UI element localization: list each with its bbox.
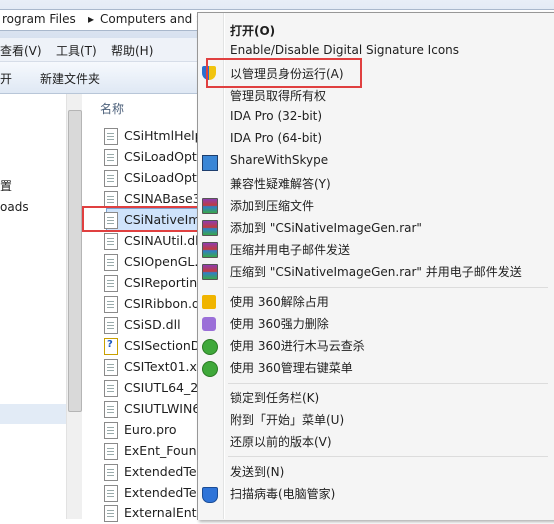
file-row[interactable]: ExtendedTer	[104, 462, 204, 483]
file-row[interactable]: ExternalEntit	[104, 503, 205, 524]
winrar-icon	[202, 264, 218, 280]
menu-item-restore-versions[interactable]: 还原以前的版本(V)	[230, 433, 332, 454]
highlight-box-selected-file	[82, 206, 202, 232]
file-icon	[104, 233, 118, 250]
menu-item-360-force-delete[interactable]: 使用 360强力删除	[230, 315, 329, 336]
menu-item-compatibility[interactable]: 兼容性疑难解答(Y)	[230, 175, 331, 196]
file-row[interactable]: CSIUTLWIN6	[104, 399, 204, 420]
file-row[interactable]: Euro.pro	[104, 420, 204, 441]
file-row[interactable]: ExtendedTer	[104, 483, 204, 504]
file-row[interactable]: CSIOpenGL.	[104, 252, 204, 273]
file-icon	[104, 485, 118, 502]
menu-help[interactable]: 帮助(H)	[111, 42, 153, 59]
column-header-name[interactable]: 名称	[100, 100, 124, 117]
winrar-icon	[202, 198, 218, 214]
file-row[interactable]: CSIReporting	[104, 273, 205, 294]
menu-item-virus-scan[interactable]: 扫描病毒(电脑管家)	[230, 485, 335, 506]
menu-item-add-archive[interactable]: 添加到压缩文件	[230, 197, 314, 218]
file-row[interactable]: ExEnt_Found	[104, 441, 204, 462]
menu-item-pin-taskbar[interactable]: 锁定到任务栏(K)	[230, 389, 319, 410]
menu-icon-gutter	[223, 13, 225, 519]
menu-item-take-ownership[interactable]: 管理员取得所有权	[230, 87, 326, 108]
toolbar-open-button[interactable]: 开	[0, 70, 12, 87]
menu-item-360-manage-menu[interactable]: 使用 360管理右键菜单	[230, 359, 353, 380]
menu-item-ida-32[interactable]: IDA Pro (32-bit)	[230, 109, 322, 130]
new-folder-button[interactable]: 新建文件夹	[40, 70, 100, 87]
skype-icon	[202, 155, 218, 171]
menu-item-compress-rar-email[interactable]: 压缩到 "CSiNativeImageGen.rar" 并用电子邮件发送	[230, 263, 522, 284]
breadcrumb-program-files[interactable]: rogram Files	[2, 12, 76, 26]
menu-item-open[interactable]: 打开(O)	[230, 22, 275, 43]
360-unlock-icon	[202, 295, 216, 309]
menu-separator	[228, 287, 548, 288]
file-icon	[104, 505, 118, 522]
menu-item-add-rar[interactable]: 添加到 "CSiNativeImageGen.rar"	[230, 219, 422, 240]
file-icon	[104, 359, 118, 376]
highlight-box-run-as-admin	[206, 58, 362, 88]
file-icon	[104, 128, 118, 145]
menu-view[interactable]: 查看(V)	[0, 42, 42, 59]
file-row[interactable]: CSiSD.dll	[104, 315, 204, 336]
winrar-icon	[202, 242, 218, 258]
menu-item-compress-email[interactable]: 压缩并用电子邮件发送	[230, 241, 350, 262]
file-icon	[104, 296, 118, 313]
file-row[interactable]: CSiHtmlHelp	[104, 126, 204, 147]
menu-separator	[228, 383, 548, 384]
file-icon	[104, 170, 118, 187]
file-row[interactable]: CSIUTL64_2.	[104, 378, 204, 399]
menu-item-share-skype[interactable]: ShareWithSkype	[230, 153, 328, 174]
file-row[interactable]: CSIText01.xr	[104, 357, 204, 378]
file-icon	[104, 149, 118, 166]
menu-item-pin-start[interactable]: 附到「开始」菜单(U)	[230, 411, 344, 432]
menu-item-360-trojan-scan[interactable]: 使用 360进行木马云查杀	[230, 337, 365, 358]
menu-item-ida-64[interactable]: IDA Pro (64-bit)	[230, 131, 322, 152]
file-icon	[104, 422, 118, 439]
file-row[interactable]: CSiLoadOpti	[104, 168, 204, 189]
nav-scrollbar-thumb[interactable]	[68, 110, 82, 412]
menu-item-360-unlock[interactable]: 使用 360解除占用	[230, 293, 329, 314]
pc-manager-shield-icon	[202, 487, 218, 503]
360-shred-icon	[202, 317, 216, 331]
file-icon	[104, 317, 118, 334]
360-scan-icon	[202, 339, 218, 355]
winrar-icon	[202, 220, 218, 236]
file-icon	[104, 380, 118, 397]
file-row[interactable]: CSINAUtil.dl	[104, 231, 204, 252]
nav-selected-item[interactable]	[0, 404, 66, 424]
help-file-icon	[104, 338, 118, 355]
file-icon	[104, 254, 118, 271]
navigation-pane: 置 oads	[0, 94, 66, 519]
file-row[interactable]: CSiLoadOpti	[104, 147, 204, 168]
breadcrumb-separator-icon[interactable]: ▸	[88, 12, 94, 26]
breadcrumb-computers[interactable]: Computers and S	[100, 12, 204, 26]
file-icon	[104, 401, 118, 418]
file-icon	[104, 443, 118, 460]
file-icon	[104, 275, 118, 292]
file-icon	[104, 464, 118, 481]
menu-item-send-to[interactable]: 发送到(N)	[230, 463, 284, 484]
360-menu-manager-icon	[202, 361, 218, 377]
nav-item-settings[interactable]: 置	[0, 177, 12, 194]
file-row[interactable]: CSIRibbon.d	[104, 294, 204, 315]
menu-tools[interactable]: 工具(T)	[56, 42, 97, 59]
file-row[interactable]: CSISectionD	[104, 336, 204, 357]
menu-separator	[228, 456, 548, 457]
nav-item-downloads[interactable]: oads	[0, 200, 29, 214]
